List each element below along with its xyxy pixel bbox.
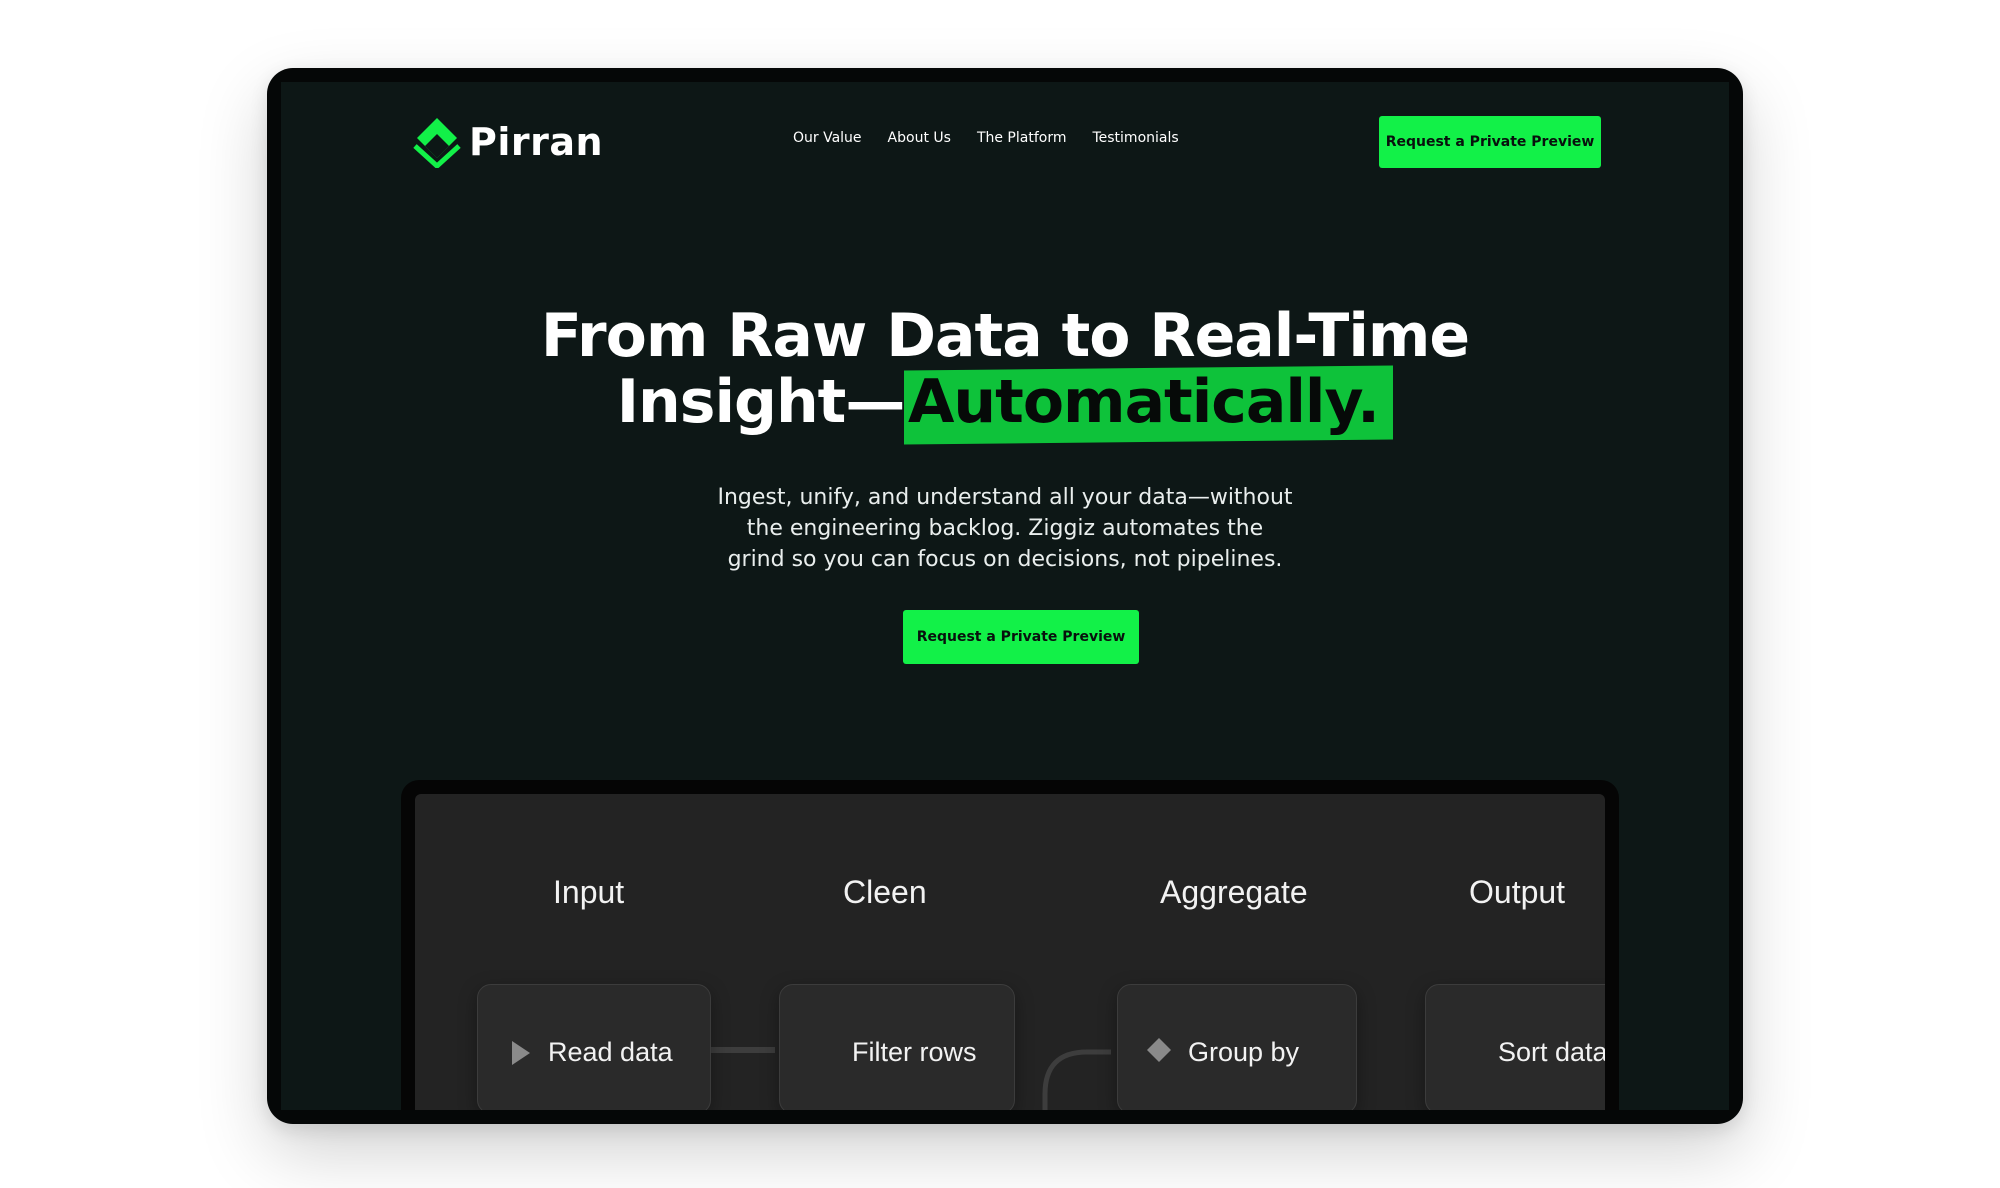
node-group-by[interactable]: Group by bbox=[1117, 984, 1357, 1110]
hero-title-prefix: Insight— bbox=[616, 367, 906, 437]
hero-subtitle-line: Ingest, unify, and understand all your d… bbox=[717, 485, 1293, 510]
diamond-logo-icon bbox=[413, 118, 461, 168]
pipeline-canvas: Input Cleen Aggregate Output Read data F… bbox=[415, 794, 1605, 1110]
nav-our-value[interactable]: Our Value bbox=[793, 130, 862, 146]
node-label: Filter rows bbox=[852, 1037, 977, 1067]
hero-title-line2: Insight—Automatically. bbox=[281, 365, 1729, 445]
hero-title: From Raw Data to Real-Time Insight—Autom… bbox=[281, 301, 1729, 445]
hero-title-line1: From Raw Data to Real-Time bbox=[540, 301, 1470, 371]
node-label: Group by bbox=[1188, 1037, 1300, 1067]
nav-request-preview-button[interactable]: Request a Private Preview bbox=[1379, 116, 1601, 168]
hero-subtitle-line: the engineering backlog. Ziggiz automate… bbox=[746, 516, 1264, 541]
device-frame: Pirran Our Value About Us The Platform T… bbox=[267, 68, 1743, 1124]
node-filter-rows[interactable]: Filter rows bbox=[779, 984, 1015, 1110]
hero-title-highlight-text: Automatically. bbox=[908, 367, 1380, 438]
pipeline-preview-frame: Input Cleen Aggregate Output Read data F… bbox=[401, 780, 1619, 1110]
hero-subtitle-line: grind so you can focus on decisions, not… bbox=[727, 547, 1283, 572]
node-read-data[interactable]: Read data bbox=[477, 984, 711, 1110]
nav-the-platform[interactable]: The Platform bbox=[977, 130, 1067, 146]
node-sort-data[interactable]: Sort data bbox=[1425, 984, 1605, 1110]
play-icon bbox=[512, 1041, 530, 1065]
node-label: Sort data bbox=[1498, 1037, 1605, 1067]
main-nav: Our Value About Us The Platform Testimon… bbox=[793, 130, 1179, 146]
hero-subtitle: Ingest, unify, and understand all your d… bbox=[281, 482, 1729, 575]
nav-testimonials[interactable]: Testimonials bbox=[1092, 130, 1178, 146]
brand-logo[interactable]: Pirran bbox=[413, 116, 603, 168]
hero-request-preview-button[interactable]: Request a Private Preview bbox=[903, 610, 1139, 664]
brand-name: Pirran bbox=[469, 120, 604, 164]
node-label: Read data bbox=[548, 1037, 673, 1067]
browser-viewport: Pirran Our Value About Us The Platform T… bbox=[281, 82, 1729, 1110]
nav-about-us[interactable]: About Us bbox=[888, 130, 951, 146]
diamond-icon bbox=[1147, 1038, 1171, 1062]
hero-title-highlight: Automatically. bbox=[904, 365, 1394, 445]
